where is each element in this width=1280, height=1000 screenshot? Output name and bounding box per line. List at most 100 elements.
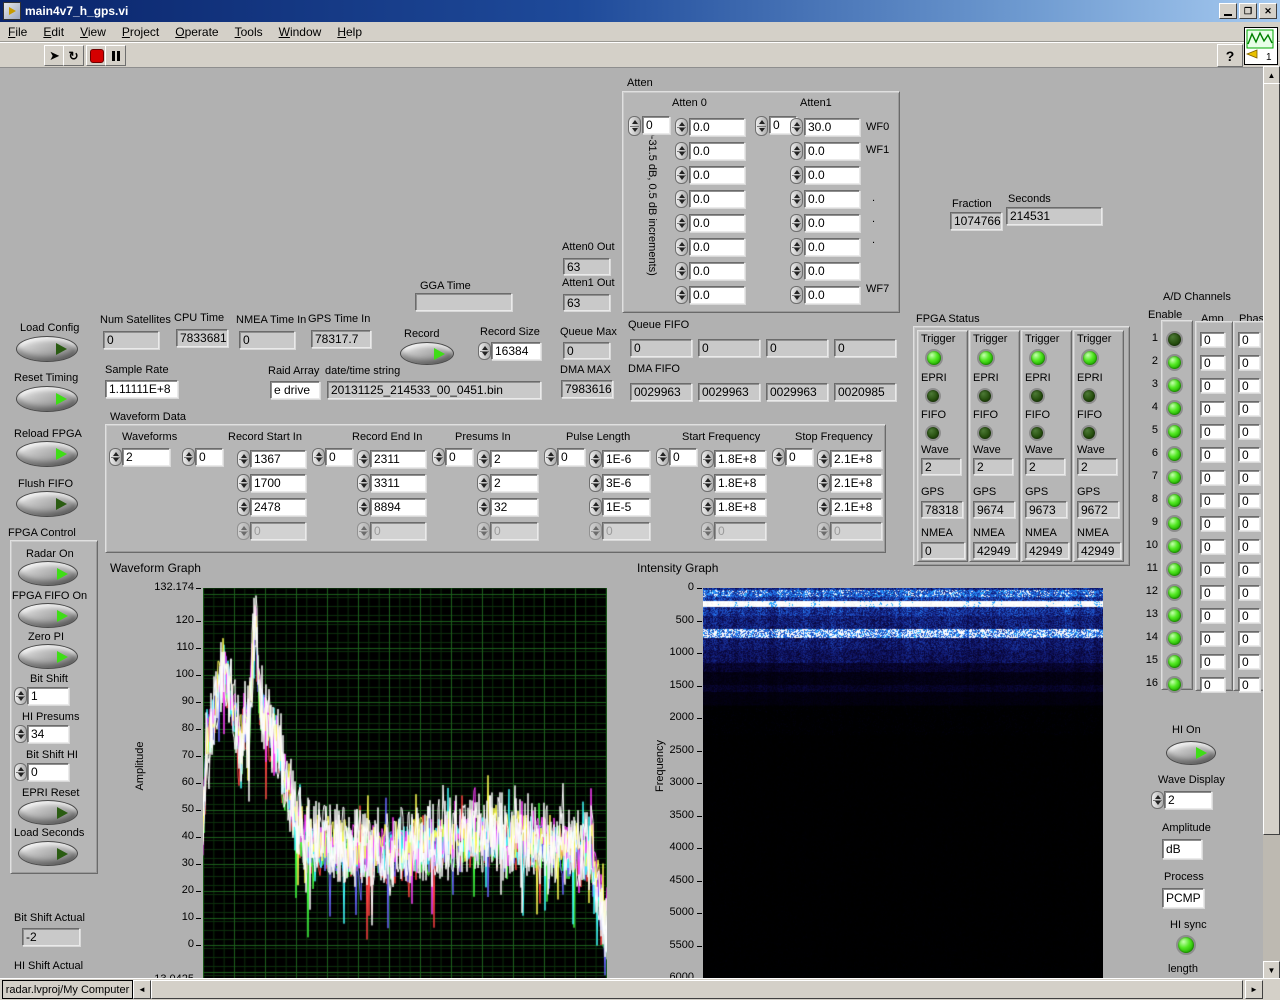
channel-enable-led[interactable]: [1166, 331, 1183, 348]
raid-array-input[interactable]: e drive: [270, 381, 320, 399]
waveforms-spinner[interactable]: [109, 448, 122, 466]
record-end-in-index[interactable]: 0: [325, 448, 353, 466]
amplitude-select[interactable]: dB: [1162, 839, 1202, 859]
menu-edit[interactable]: Edit: [35, 24, 72, 40]
channel-amp-input[interactable]: 0: [1200, 608, 1225, 623]
start-frequency-spinner[interactable]: [701, 474, 714, 492]
record-end-in-spinner[interactable]: [357, 498, 370, 516]
atten0-index[interactable]: 0: [642, 116, 670, 134]
stop-frequency-value[interactable]: 2.1E+8: [830, 474, 882, 492]
atten0-value[interactable]: 0.0: [689, 190, 745, 208]
record-end-in-spinner[interactable]: [357, 450, 370, 468]
presums-in-value[interactable]: 2: [490, 474, 538, 492]
atten1-row-spinner[interactable]: [790, 190, 803, 208]
record-start-in-index-spinner[interactable]: [182, 448, 195, 466]
atten0-row-spinner[interactable]: [675, 286, 688, 304]
channel-enable-led[interactable]: [1166, 469, 1183, 486]
start-frequency-index-spinner[interactable]: [656, 448, 669, 466]
atten1-row-spinner[interactable]: [790, 166, 803, 184]
sample-rate-input[interactable]: 1.11111E+8: [105, 380, 178, 398]
start-frequency-value[interactable]: 1.8E+8: [714, 474, 766, 492]
atten0-value[interactable]: 0.0: [689, 142, 745, 160]
process-select[interactable]: PCMP: [1162, 888, 1204, 908]
bit-shift-input[interactable]: 1: [27, 687, 69, 705]
load-config-toggle[interactable]: [16, 336, 78, 362]
load-seconds-toggle[interactable]: [18, 841, 78, 866]
channel-amp-input[interactable]: 0: [1200, 516, 1225, 531]
atten0-value[interactable]: 0.0: [689, 118, 745, 136]
start-frequency-value[interactable]: 1.8E+8: [714, 498, 766, 516]
presums-in-value[interactable]: 2: [490, 450, 538, 468]
atten0-value[interactable]: 0.0: [689, 262, 745, 280]
channel-phase-input[interactable]: 0: [1238, 493, 1260, 508]
run-continuous-button[interactable]: ↻: [63, 45, 84, 66]
record-size-input[interactable]: 16384: [491, 342, 541, 360]
stop-frequency-spinner[interactable]: [817, 474, 830, 492]
fpga-fifo-on-toggle[interactable]: [18, 603, 78, 628]
record-toggle[interactable]: [400, 342, 454, 365]
record-size-spinner[interactable]: [478, 342, 491, 360]
presums-in-spinner[interactable]: [477, 450, 490, 468]
channel-enable-led[interactable]: [1166, 492, 1183, 509]
channel-phase-input[interactable]: 0: [1238, 631, 1260, 646]
reset-timing-toggle[interactable]: [16, 386, 78, 412]
wave-display-input[interactable]: 2: [1164, 791, 1212, 809]
scroll-down-button[interactable]: ▼: [1263, 961, 1280, 979]
radar-on-toggle[interactable]: [18, 561, 78, 586]
channel-phase-input[interactable]: 0: [1238, 677, 1260, 692]
channel-enable-led[interactable]: [1166, 400, 1183, 417]
atten0-row-spinner[interactable]: [675, 118, 688, 136]
channel-enable-led[interactable]: [1166, 423, 1183, 440]
atten1-value[interactable]: 0.0: [804, 286, 860, 304]
pulse-length-value[interactable]: 1E-5: [602, 498, 650, 516]
atten0-value[interactable]: 0.0: [689, 238, 745, 256]
channel-phase-input[interactable]: 0: [1238, 332, 1260, 347]
channel-amp-input[interactable]: 0: [1200, 539, 1225, 554]
presums-in-index[interactable]: 0: [445, 448, 473, 466]
channel-amp-input[interactable]: 0: [1200, 654, 1225, 669]
stop-frequency-index-spinner[interactable]: [772, 448, 785, 466]
atten0-index-spinner[interactable]: [628, 116, 641, 136]
stop-frequency-spinner[interactable]: [817, 498, 830, 516]
atten0-value[interactable]: 0.0: [689, 214, 745, 232]
bit-shift-hi-input[interactable]: 0: [27, 763, 69, 781]
channel-amp-input[interactable]: 0: [1200, 585, 1225, 600]
zero-pi-toggle[interactable]: [18, 644, 78, 669]
presums-in-spinner[interactable]: [477, 474, 490, 492]
menu-project[interactable]: Project: [114, 24, 167, 40]
pulse-length-spinner[interactable]: [589, 474, 602, 492]
atten1-value[interactable]: 0.0: [804, 142, 860, 160]
record-end-in-value[interactable]: 3311: [370, 474, 426, 492]
record-end-in-spinner[interactable]: [357, 474, 370, 492]
pulse-length-index[interactable]: 0: [557, 448, 585, 466]
waveforms-input[interactable]: 2: [122, 448, 170, 466]
atten1-index-spinner[interactable]: [755, 116, 768, 136]
record-start-in-value[interactable]: 2478: [250, 498, 306, 516]
channel-phase-input[interactable]: 0: [1238, 654, 1260, 669]
presums-in-index-spinner[interactable]: [432, 448, 445, 466]
atten1-row-spinner[interactable]: [790, 238, 803, 256]
channel-enable-led[interactable]: [1166, 446, 1183, 463]
start-frequency-spinner[interactable]: [701, 522, 714, 540]
record-start-in-spinner[interactable]: [237, 498, 250, 516]
record-start-in-spinner[interactable]: [237, 474, 250, 492]
record-start-in-spinner[interactable]: [237, 450, 250, 468]
pulse-length-index-spinner[interactable]: [544, 448, 557, 466]
menu-help[interactable]: Help: [329, 24, 370, 40]
channel-amp-input[interactable]: 0: [1200, 378, 1225, 393]
vertical-scroll-thumb[interactable]: [1263, 83, 1280, 835]
atten0-row-spinner[interactable]: [675, 166, 688, 184]
pause-button[interactable]: [105, 45, 126, 66]
minimize-button[interactable]: [1219, 3, 1237, 19]
bit-shift-hi-spinner[interactable]: [14, 763, 27, 781]
stop-frequency-spinner[interactable]: [817, 450, 830, 468]
vi-icon[interactable]: 1: [1244, 27, 1278, 65]
start-frequency-spinner[interactable]: [701, 498, 714, 516]
record-end-in-index-spinner[interactable]: [312, 448, 325, 466]
atten1-value[interactable]: 0.0: [804, 190, 860, 208]
atten1-value[interactable]: 0.0: [804, 166, 860, 184]
channel-amp-input[interactable]: 0: [1200, 332, 1225, 347]
channel-enable-led[interactable]: [1166, 584, 1183, 601]
wave-display-spinner[interactable]: [1151, 791, 1164, 809]
presums-in-spinner[interactable]: [477, 522, 490, 540]
